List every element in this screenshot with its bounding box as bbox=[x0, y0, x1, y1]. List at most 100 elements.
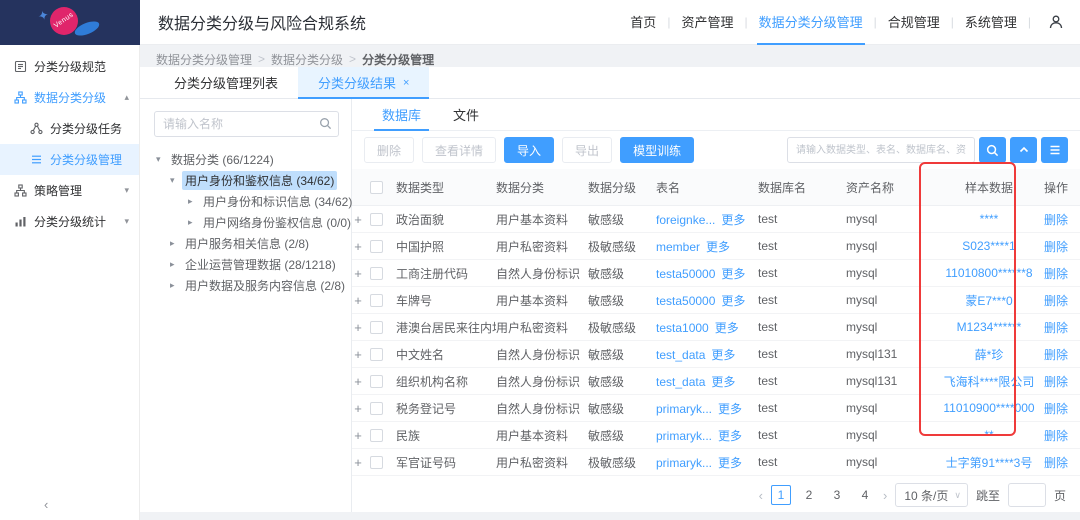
sample-data-link[interactable]: 11010800******8 bbox=[945, 266, 1032, 280]
sidebar-item-classification-statistics[interactable]: 分类分级统计 ▾ bbox=[0, 206, 139, 237]
sidebar-item-classification-spec[interactable]: 分类分级规范 bbox=[0, 51, 139, 82]
delete-row-link[interactable]: 删除 bbox=[1044, 321, 1068, 335]
import-button[interactable]: 导入 bbox=[504, 137, 554, 163]
row-checkbox[interactable] bbox=[370, 213, 383, 226]
sidebar-item-strategy-management[interactable]: 策略管理 ▾ bbox=[0, 175, 139, 206]
export-button[interactable]: 导出 bbox=[562, 137, 612, 163]
row-checkbox[interactable] bbox=[370, 375, 383, 388]
row-checkbox[interactable] bbox=[370, 456, 383, 469]
search-button[interactable] bbox=[979, 137, 1006, 163]
nav-system-management[interactable]: 系统管理 bbox=[961, 0, 1021, 45]
expand-icon[interactable]: + bbox=[352, 239, 370, 254]
tab-database[interactable]: 数据库 bbox=[366, 99, 437, 130]
sidebar-item-classification-management[interactable]: 分类分级管理 bbox=[0, 144, 139, 175]
more-link[interactable]: 更多 bbox=[711, 348, 735, 362]
more-link[interactable]: 更多 bbox=[721, 267, 745, 281]
sample-data-link[interactable]: 飞海科****限公司 bbox=[944, 375, 1035, 389]
row-checkbox[interactable] bbox=[370, 429, 383, 442]
row-checkbox[interactable] bbox=[370, 348, 383, 361]
delete-row-link[interactable]: 删除 bbox=[1044, 267, 1068, 281]
tree-node-user-network-auth[interactable]: ▸用户网络身份鉴权信息 (0/0) bbox=[154, 212, 339, 233]
expand-icon[interactable]: + bbox=[352, 374, 370, 389]
expand-icon[interactable]: + bbox=[352, 428, 370, 443]
nav-home[interactable]: 首页 bbox=[626, 0, 660, 45]
row-checkbox[interactable] bbox=[370, 402, 383, 415]
column-settings-button[interactable] bbox=[1041, 137, 1068, 163]
delete-row-link[interactable]: 删除 bbox=[1044, 375, 1068, 389]
page-1-button[interactable]: 1 bbox=[771, 485, 791, 505]
page-2-button[interactable]: 2 bbox=[799, 488, 819, 502]
model-train-button[interactable]: 模型训练 bbox=[620, 137, 694, 163]
table-name-link[interactable]: primaryk... bbox=[656, 456, 712, 470]
more-link[interactable]: 更多 bbox=[721, 294, 745, 308]
table-name-link[interactable]: primaryk... bbox=[656, 429, 712, 443]
table-name-link[interactable]: testa50000 bbox=[656, 267, 715, 281]
tree-node-user-service-info[interactable]: ▸用户服务相关信息 (2/8) bbox=[154, 233, 339, 254]
more-link[interactable]: 更多 bbox=[711, 375, 735, 389]
table-name-link[interactable]: member bbox=[656, 240, 700, 254]
expand-icon[interactable]: + bbox=[352, 455, 370, 470]
expand-icon[interactable]: + bbox=[352, 347, 370, 362]
sample-data-link[interactable]: 薛*珍 bbox=[975, 348, 1004, 362]
breadcrumb-item[interactable]: 数据分类分级管理 bbox=[156, 51, 252, 68]
nav-data-classification[interactable]: 数据分类分级管理 bbox=[755, 0, 867, 45]
delete-row-link[interactable]: 删除 bbox=[1044, 213, 1068, 227]
select-all-checkbox[interactable] bbox=[370, 181, 383, 194]
view-detail-button[interactable]: 查看详情 bbox=[422, 137, 496, 163]
tree-node-user-content-info[interactable]: ▸用户数据及服务内容信息 (2/8) bbox=[154, 275, 339, 296]
page-3-button[interactable]: 3 bbox=[827, 488, 847, 502]
prev-page-button[interactable]: ‹ bbox=[759, 488, 763, 503]
sidebar-item-data-classification[interactable]: 数据分类分级 ▴ bbox=[0, 82, 139, 113]
expand-icon[interactable]: + bbox=[352, 401, 370, 416]
table-name-link[interactable]: test_data bbox=[656, 375, 705, 389]
close-tab-icon[interactable]: × bbox=[403, 77, 409, 89]
delete-row-link[interactable]: 删除 bbox=[1044, 402, 1068, 416]
sidebar-item-classification-task[interactable]: 分类分级任务 bbox=[0, 113, 139, 144]
more-link[interactable]: 更多 bbox=[718, 456, 742, 470]
tree-node-user-identity-id[interactable]: ▸用户身份和标识信息 (34/62) bbox=[154, 191, 339, 212]
page-size-select[interactable]: 10 条/页∨ bbox=[895, 483, 968, 507]
sample-data-link[interactable]: **** bbox=[980, 212, 999, 226]
row-checkbox[interactable] bbox=[370, 321, 383, 334]
tab-classification-result[interactable]: 分类分级结果 × bbox=[298, 67, 429, 98]
table-search-input[interactable] bbox=[787, 137, 975, 163]
chevron-down-icon[interactable]: ▾ bbox=[124, 185, 129, 196]
sample-data-link[interactable]: 士字第91****3号 bbox=[946, 456, 1033, 470]
expand-icon[interactable]: + bbox=[352, 293, 370, 308]
expand-icon[interactable]: + bbox=[352, 266, 370, 281]
table-name-link[interactable]: testa50000 bbox=[656, 294, 715, 308]
row-checkbox[interactable] bbox=[370, 294, 383, 307]
more-link[interactable]: 更多 bbox=[715, 321, 739, 335]
user-profile-icon[interactable] bbox=[1048, 14, 1064, 30]
delete-row-link[interactable]: 删除 bbox=[1044, 240, 1068, 254]
table-name-link[interactable]: test_data bbox=[656, 348, 705, 362]
chevron-down-icon[interactable]: ▾ bbox=[124, 216, 129, 227]
tab-management-list[interactable]: 分类分级管理列表 bbox=[154, 67, 298, 98]
sample-data-link[interactable]: ** bbox=[984, 428, 993, 442]
sidebar-collapse-button[interactable]: ‹ bbox=[44, 497, 48, 512]
sample-data-link[interactable]: 11010900****000 bbox=[943, 401, 1034, 415]
table-name-link[interactable]: foreignke... bbox=[656, 213, 715, 227]
table-name-link[interactable]: primaryk... bbox=[656, 402, 712, 416]
expand-icon[interactable]: + bbox=[352, 212, 370, 227]
page-4-button[interactable]: 4 bbox=[855, 488, 875, 502]
delete-row-link[interactable]: 删除 bbox=[1044, 456, 1068, 470]
tree-node-root[interactable]: ▾数据分类 (66/1224) bbox=[154, 149, 339, 170]
jump-page-input[interactable] bbox=[1008, 483, 1046, 507]
delete-button[interactable]: 删除 bbox=[364, 137, 414, 163]
table-name-link[interactable]: testa1000 bbox=[656, 321, 709, 335]
row-checkbox[interactable] bbox=[370, 267, 383, 280]
breadcrumb-item[interactable]: 数据分类分级 bbox=[271, 51, 343, 68]
more-link[interactable]: 更多 bbox=[718, 402, 742, 416]
tree-node-enterprise-ops-data[interactable]: ▸企业运营管理数据 (28/1218) bbox=[154, 254, 339, 275]
tree-search-input[interactable] bbox=[154, 111, 339, 137]
sample-data-link[interactable]: S023****1 bbox=[962, 239, 1015, 253]
sample-data-link[interactable]: 蒙E7***0 bbox=[965, 294, 1012, 308]
row-checkbox[interactable] bbox=[370, 240, 383, 253]
more-link[interactable]: 更多 bbox=[706, 240, 730, 254]
more-link[interactable]: 更多 bbox=[718, 429, 742, 443]
sample-data-link[interactable]: M1234****** bbox=[957, 320, 1022, 334]
nav-asset-management[interactable]: 资产管理 bbox=[677, 0, 737, 45]
tab-file[interactable]: 文件 bbox=[437, 99, 495, 130]
tree-node-user-identity-auth[interactable]: ▾用户身份和鉴权信息 (34/62) bbox=[154, 170, 339, 191]
